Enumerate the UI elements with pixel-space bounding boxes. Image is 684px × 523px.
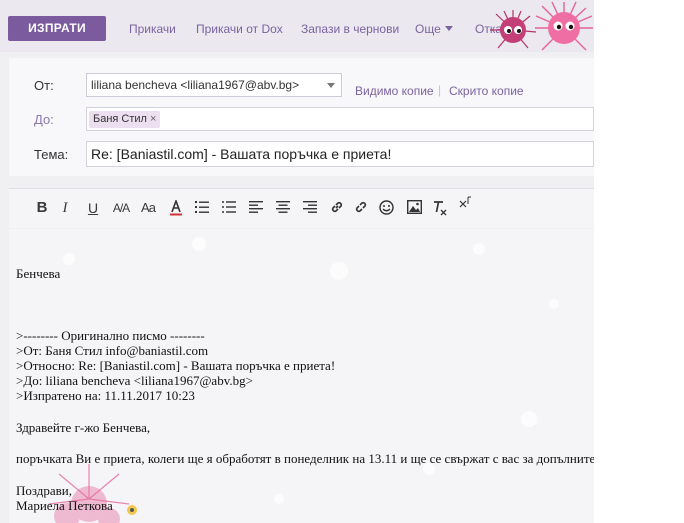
remove-link-button[interactable] <box>352 199 370 217</box>
body-line: >-------- Оригинално писмо -------- <box>16 328 205 343</box>
align-center-icon <box>276 201 290 213</box>
bold-button[interactable]: B <box>33 199 51 217</box>
message-body[interactable]: Бенчева >-------- Оригинално писмо -----… <box>9 229 594 523</box>
compose-toolbar: ИЗПРАТИ Прикачи Прикачи от Dox Запази в … <box>0 0 594 52</box>
bcc-link[interactable]: Скрито копие <box>449 84 524 98</box>
remove-recipient-icon[interactable]: × <box>150 113 156 125</box>
align-left-icon <box>249 201 263 213</box>
font-size-button[interactable]: A/A <box>109 199 133 217</box>
subject-field[interactable]: Re: [Baniastil.com] - Вашата поръчка е п… <box>86 141 594 167</box>
message-header-fields: От: liliana bencheva <liliana1967@abv.bg… <box>9 58 594 176</box>
cc-link[interactable]: Видимо копие <box>355 84 434 98</box>
save-draft-button[interactable]: Запази в чернови <box>301 22 399 36</box>
from-label: От: <box>34 78 54 93</box>
body-line: >Изпратено на: 11.11.2017 10:23 <box>16 388 195 403</box>
align-center-button[interactable] <box>274 199 292 217</box>
body-line: Здравейте г-жо Бенчева, <box>16 420 151 435</box>
insert-link-button[interactable] <box>328 199 346 217</box>
body-line: >От: Баня Стил info@baniastil.com <box>16 343 209 358</box>
recipient-chip-label: Баня Стил <box>93 113 147 125</box>
text-color-button[interactable] <box>167 199 185 217</box>
more-menu-label: Още <box>415 22 441 36</box>
recipient-chip[interactable]: Баня Стил × <box>89 111 161 128</box>
attach-from-dox-button[interactable]: Прикачи от Dox <box>196 22 283 36</box>
bullet-list-icon <box>222 201 236 213</box>
font-family-button[interactable]: Aa <box>137 199 159 217</box>
numbered-list-icon <box>195 201 209 213</box>
body-line: >Относно: Re: [Baniastil.com] - Вашата п… <box>16 358 336 373</box>
chevron-down-icon <box>327 83 335 88</box>
bullet-list-button[interactable] <box>220 199 238 217</box>
align-left-button[interactable] <box>247 199 265 217</box>
fluff-creature-dark-decoration <box>490 10 537 49</box>
attach-button[interactable]: Прикачи <box>129 22 176 36</box>
subject-label: Тема: <box>34 147 69 162</box>
editor-toolbar: B I U A/A Aa <box>9 188 594 228</box>
italic-icon: I <box>62 200 68 216</box>
body-line: Поздрави, <box>16 483 73 498</box>
caret-down-icon <box>444 26 453 31</box>
emoji-button[interactable] <box>377 199 395 217</box>
bold-icon: B <box>36 199 48 216</box>
unlink-icon <box>355 201 367 213</box>
close-editor-button[interactable] <box>456 195 474 213</box>
compose-window: ИЗПРАТИ Прикачи Прикачи от Dox Запази в … <box>0 0 594 523</box>
body-line: >До: liliana bencheva <liliana1967@abv.b… <box>16 373 253 388</box>
close-icon <box>459 196 471 208</box>
font-size-icon: A/A <box>112 201 130 215</box>
body-line: Бенчева <box>16 266 61 281</box>
clear-format-button[interactable] <box>431 199 449 217</box>
fluff-creature-pink-decoration <box>535 1 593 51</box>
body-line: поръчката Ви е приета, колеги ще я обраб… <box>16 451 594 466</box>
insert-image-button[interactable] <box>405 199 423 217</box>
from-select[interactable]: liliana bencheva <liliana1967@abv.bg> <box>86 73 342 97</box>
smiley-icon <box>378 200 394 215</box>
to-label: До: <box>34 112 54 127</box>
text-color-icon <box>170 200 182 216</box>
image-icon <box>406 200 422 214</box>
numbered-list-button[interactable] <box>193 199 211 217</box>
link-icon <box>331 201 343 213</box>
to-field[interactable]: Баня Стил × <box>86 107 594 131</box>
align-right-icon <box>303 201 317 213</box>
send-button[interactable]: ИЗПРАТИ <box>8 16 106 41</box>
body-line: Мариела Петкова <box>16 498 113 513</box>
align-right-button[interactable] <box>301 199 319 217</box>
underline-icon: U <box>87 200 99 216</box>
more-menu-button[interactable]: Още <box>415 22 453 36</box>
underline-button[interactable]: U <box>84 199 102 217</box>
cc-divider: | <box>438 83 442 97</box>
from-value: liliana bencheva <liliana1967@abv.bg> <box>91 78 300 92</box>
clear-format-icon <box>434 201 447 216</box>
font-family-icon: Aa <box>141 200 156 215</box>
italic-button[interactable]: I <box>56 199 74 217</box>
